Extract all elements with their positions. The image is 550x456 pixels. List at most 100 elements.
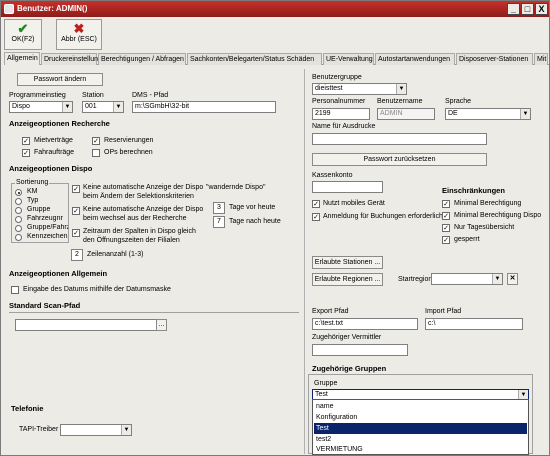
gruppe-value: Test <box>315 391 328 398</box>
reset-password-button[interactable]: Passwort zurücksetzen <box>312 153 487 166</box>
scan-path-input[interactable] <box>15 319 167 331</box>
window-title: Benutzer: ADMIN() <box>17 4 88 13</box>
tab-ue-verwaltung[interactable]: UE-Verwaltung <box>323 53 374 65</box>
reservierungen-label: Reservierungen <box>104 137 154 144</box>
vermittler-input[interactable] <box>312 344 408 356</box>
name-ausdrucke-input[interactable] <box>312 133 487 145</box>
opt3-line1: Zeitraum der Spalten in Dispo gleich <box>83 228 196 235</box>
list-item[interactable]: Konfiguration <box>314 412 527 423</box>
ok-label: OK(F2) <box>11 36 35 43</box>
maximize-button[interactable]: □ <box>521 3 534 15</box>
cross-icon: ✖ <box>73 21 85 36</box>
fahrauftraege-checkbox[interactable]: ✓ <box>22 149 30 157</box>
tab-autostart[interactable]: Autostartanwendungen <box>375 53 455 65</box>
sprache-value: DE <box>448 110 458 117</box>
column-divider <box>304 69 305 454</box>
opt3-checkbox[interactable]: ✓ <box>72 229 80 237</box>
list-item[interactable]: name <box>314 401 527 412</box>
benutzergruppe-value: dieisttest <box>315 85 343 92</box>
sort-fahrzeugnr-label: Fahrzeugnr <box>27 215 63 222</box>
app-icon <box>4 4 14 14</box>
opt2-line1: Keine automatische Anzeige der Dispo <box>83 206 204 213</box>
tapi-select[interactable]: ▼ <box>60 424 132 436</box>
tab-druckereinstellung[interactable]: Druckereinstellung <box>41 53 102 65</box>
dms-path-input[interactable]: m:\SGmbH\32-bit <box>132 101 276 113</box>
opt2-checkbox[interactable]: ✓ <box>72 207 80 215</box>
chevron-down-icon: ▼ <box>396 84 406 94</box>
tage-vor-input[interactable]: 3 <box>213 202 225 214</box>
user-window: Benutzer: ADMIN() _ □ X ✔ OK(F2) ✖ Abbr … <box>0 0 550 456</box>
tage-nach-input[interactable]: 7 <box>213 216 225 228</box>
tab-allgemein[interactable]: Allgemein <box>4 52 40 65</box>
zeilen-input[interactable]: 2 <box>71 249 83 261</box>
sort-typ-label: Typ <box>27 197 39 204</box>
sort-gruppe-fahrz-radio[interactable] <box>15 225 22 232</box>
anmeldung-checkbox[interactable]: ✓ <box>312 213 320 221</box>
opt1-line1: Keine automatische Anzeige der Dispo <box>83 184 204 191</box>
kassenkonto-input[interactable] <box>312 181 383 193</box>
change-password-button[interactable]: Passwort ändern <box>17 73 103 86</box>
station-select[interactable]: 001 ▼ <box>82 101 124 113</box>
fahrauftraege-label: Fahraufträge <box>34 149 75 156</box>
gruppe-dropdown-list: name Konfiguration Test test2 VERMIETUNG <box>312 399 529 455</box>
sort-gruppe-radio[interactable] <box>15 207 22 214</box>
recherche-title: Anzeigeoptionen Recherche <box>9 119 110 128</box>
mietvertraege-checkbox[interactable]: ✓ <box>22 137 30 145</box>
wandernde-label: "wandernde Dispo" <box>206 184 266 191</box>
reservierungen-checkbox[interactable]: ✓ <box>92 137 100 145</box>
station-label: Station <box>82 92 104 99</box>
close-button[interactable]: X <box>535 3 548 15</box>
sort-kennzeichen-radio[interactable] <box>15 234 22 241</box>
programmeinstieg-label: Programmeinstieg <box>9 92 66 99</box>
personalnummer-input[interactable]: 2199 <box>312 108 370 120</box>
cancel-button[interactable]: ✖ Abbr (ESC) <box>56 19 102 50</box>
tapi-label: TAPI-Treiber <box>19 426 59 433</box>
minimize-button[interactable]: _ <box>507 3 520 15</box>
sort-fahrzeugnr-radio[interactable] <box>15 216 22 223</box>
tab-disposerver[interactable]: Disposerver-Stationen <box>456 53 533 65</box>
benutzergruppe-select[interactable]: dieisttest ▼ <box>312 83 407 95</box>
minimal-checkbox[interactable]: ✓ <box>442 200 450 208</box>
gruppen-title: Zugehörige Gruppen <box>312 364 387 373</box>
tagesuebersicht-checkbox[interactable]: ✓ <box>442 224 450 232</box>
benutzergruppe-label: Benutzergruppe <box>312 74 362 81</box>
opt1-line2: beim Ändern der Selektionskriterien <box>83 193 194 200</box>
mobil-checkbox[interactable]: ✓ <box>312 200 320 208</box>
opt2-line2: beim wechsel aus der Recherche <box>83 215 187 222</box>
gesperrt-label: gesperrt <box>454 236 480 243</box>
mobil-label: Nutzt mobiles Gerät <box>323 200 385 207</box>
ops-checkbox[interactable] <box>92 149 100 157</box>
sort-km-radio[interactable] <box>15 189 22 196</box>
export-path-input[interactable]: c:\test.txt <box>312 318 418 330</box>
erlaubte-stationen-button[interactable]: Erlaubte Stationen ... <box>312 256 383 269</box>
sprache-select[interactable]: DE ▼ <box>445 108 531 120</box>
ok-button[interactable]: ✔ OK(F2) <box>4 19 42 50</box>
clear-startregion-button[interactable]: ✕ <box>507 273 518 285</box>
einschraenkungen-title: Einschränkungen <box>442 186 505 195</box>
opt3-line2: den Öffnungszeiten der Filialen <box>83 237 180 244</box>
sprache-label: Sprache <box>445 98 472 105</box>
scan-title: Standard Scan-Pfad <box>9 301 81 310</box>
startregion-select[interactable]: ▼ <box>431 273 503 285</box>
sort-typ-radio[interactable] <box>15 198 22 205</box>
tab-more[interactable]: Mit... <box>534 53 548 65</box>
erlaubte-regionen-button[interactable]: Erlaubte Regionen ... <box>312 273 383 286</box>
station-value: 001 <box>85 103 97 110</box>
list-item[interactable]: Test <box>314 423 527 434</box>
gesperrt-checkbox[interactable]: ✓ <box>442 236 450 244</box>
import-path-input[interactable]: c:\ <box>425 318 523 330</box>
list-item[interactable]: VERMIETUNG <box>314 444 527 455</box>
browse-button[interactable]: ... <box>156 319 167 331</box>
programmeinstieg-select[interactable]: Dispo ▼ <box>9 101 73 113</box>
checkmark-icon: ✔ <box>17 21 29 36</box>
tab-berechtigungen[interactable]: Berechtigungen / Abfragen <box>98 53 186 65</box>
chevron-down-icon: ▼ <box>121 425 131 435</box>
minimal-dispo-checkbox[interactable]: ✓ <box>442 212 450 220</box>
tab-sachkonten[interactable]: Sachkonten/Belegarten/Status Schäden <box>187 53 322 65</box>
minimal-dispo-label: Minimal Berechtigung Dispo <box>454 212 542 219</box>
allgemein-title: Anzeigeoptionen Allgemein <box>9 269 108 278</box>
chevron-down-icon: ▼ <box>62 102 72 112</box>
programmeinstieg-value: Dispo <box>12 103 30 110</box>
opt1-checkbox[interactable]: ✓ <box>72 185 80 193</box>
datumsmaske-checkbox[interactable] <box>11 286 19 294</box>
